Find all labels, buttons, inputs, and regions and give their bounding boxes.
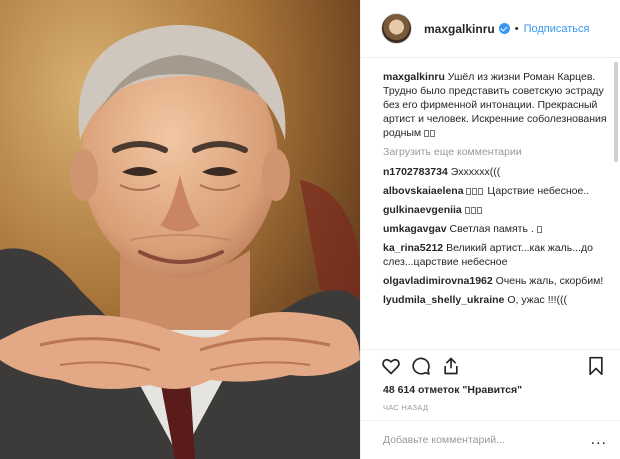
- load-more-comments-link[interactable]: Загрузить еще комментарии: [383, 145, 607, 159]
- comment-input[interactable]: [383, 434, 583, 446]
- emoji-glyph-icon: [470, 207, 476, 214]
- comments-scrollbar[interactable]: [614, 62, 618, 162]
- share-icon[interactable]: [441, 356, 461, 376]
- instagram-post: maxgalkinru • Подписаться maxgalkinru Уш…: [0, 0, 620, 459]
- emoji-glyph-icon: [466, 188, 472, 195]
- post-timestamp[interactable]: ЧАС НАЗАД: [383, 403, 428, 412]
- comment-text: Эхххххх(((: [450, 166, 501, 178]
- portrait-image: [0, 0, 360, 459]
- avatar[interactable]: [381, 13, 412, 44]
- comment-username[interactable]: ka_rina5212: [383, 242, 443, 254]
- list-item: n1702783734 Эхххххх(((: [383, 165, 607, 179]
- post-header: maxgalkinru • Подписаться: [361, 0, 620, 58]
- comment-username[interactable]: umkagavgav: [383, 223, 447, 235]
- post-photo[interactable]: [0, 0, 360, 459]
- emoji-glyph-icon: [430, 130, 436, 137]
- bookmark-icon[interactable]: [586, 356, 606, 376]
- emoji-glyph-icon: [536, 226, 542, 233]
- comment-text: Светлая память .: [449, 223, 534, 235]
- emoji-glyph-icon: [424, 130, 430, 137]
- post-side-panel: maxgalkinru • Подписаться maxgalkinru Уш…: [360, 0, 620, 459]
- list-item: ka_rina5212 Великий артист...как жаль...…: [383, 241, 607, 269]
- comment-text: Царствие небесное..: [487, 185, 590, 197]
- emoji-glyph-icon: [478, 188, 484, 195]
- follow-button[interactable]: Подписаться: [524, 23, 590, 35]
- add-comment-bar: ...: [361, 420, 620, 459]
- comment-icon[interactable]: [411, 356, 431, 376]
- comment-username[interactable]: gulkinaevgeniia: [383, 204, 462, 216]
- emoji-glyph-icon: [472, 188, 478, 195]
- list-item: albovskaiaelena Царствие небесное..: [383, 184, 607, 198]
- comment-username[interactable]: lyudmila_shelly_ukraine: [383, 294, 504, 306]
- comment-text: О, ужас !!!(((: [507, 294, 567, 306]
- comment-text: Очень жаль, скорбим!: [495, 275, 604, 287]
- list-item: olgavladimirovna1962 Очень жаль, скорбим…: [383, 274, 607, 288]
- emoji-glyph-icon: [464, 207, 470, 214]
- comments-list[interactable]: maxgalkinru Ушёл из жизни Роман Карцев. …: [361, 58, 620, 338]
- comment-username[interactable]: albovskaiaelena: [383, 185, 464, 197]
- heart-icon[interactable]: [381, 356, 401, 376]
- post-username[interactable]: maxgalkinru: [424, 22, 495, 36]
- emoji-glyph-icon: [476, 207, 482, 214]
- likes-count[interactable]: 48 614 отметок "Нравится": [383, 384, 522, 396]
- list-item: gulkinaevgeniia: [383, 203, 607, 217]
- verified-icon: [498, 23, 510, 34]
- list-item: umkagavgav Светлая память .: [383, 222, 607, 236]
- comment-username[interactable]: olgavladimirovna1962: [383, 275, 493, 287]
- separator-dot: •: [514, 22, 519, 35]
- post-caption: maxgalkinru Ушёл из жизни Роман Карцев. …: [383, 70, 607, 140]
- comment-username[interactable]: n1702783734: [383, 166, 448, 178]
- more-options-icon[interactable]: ...: [591, 432, 607, 448]
- list-item: lyudmila_shelly_ukraine О, ужас !!!(((: [383, 293, 607, 307]
- caption-username[interactable]: maxgalkinru: [383, 71, 445, 83]
